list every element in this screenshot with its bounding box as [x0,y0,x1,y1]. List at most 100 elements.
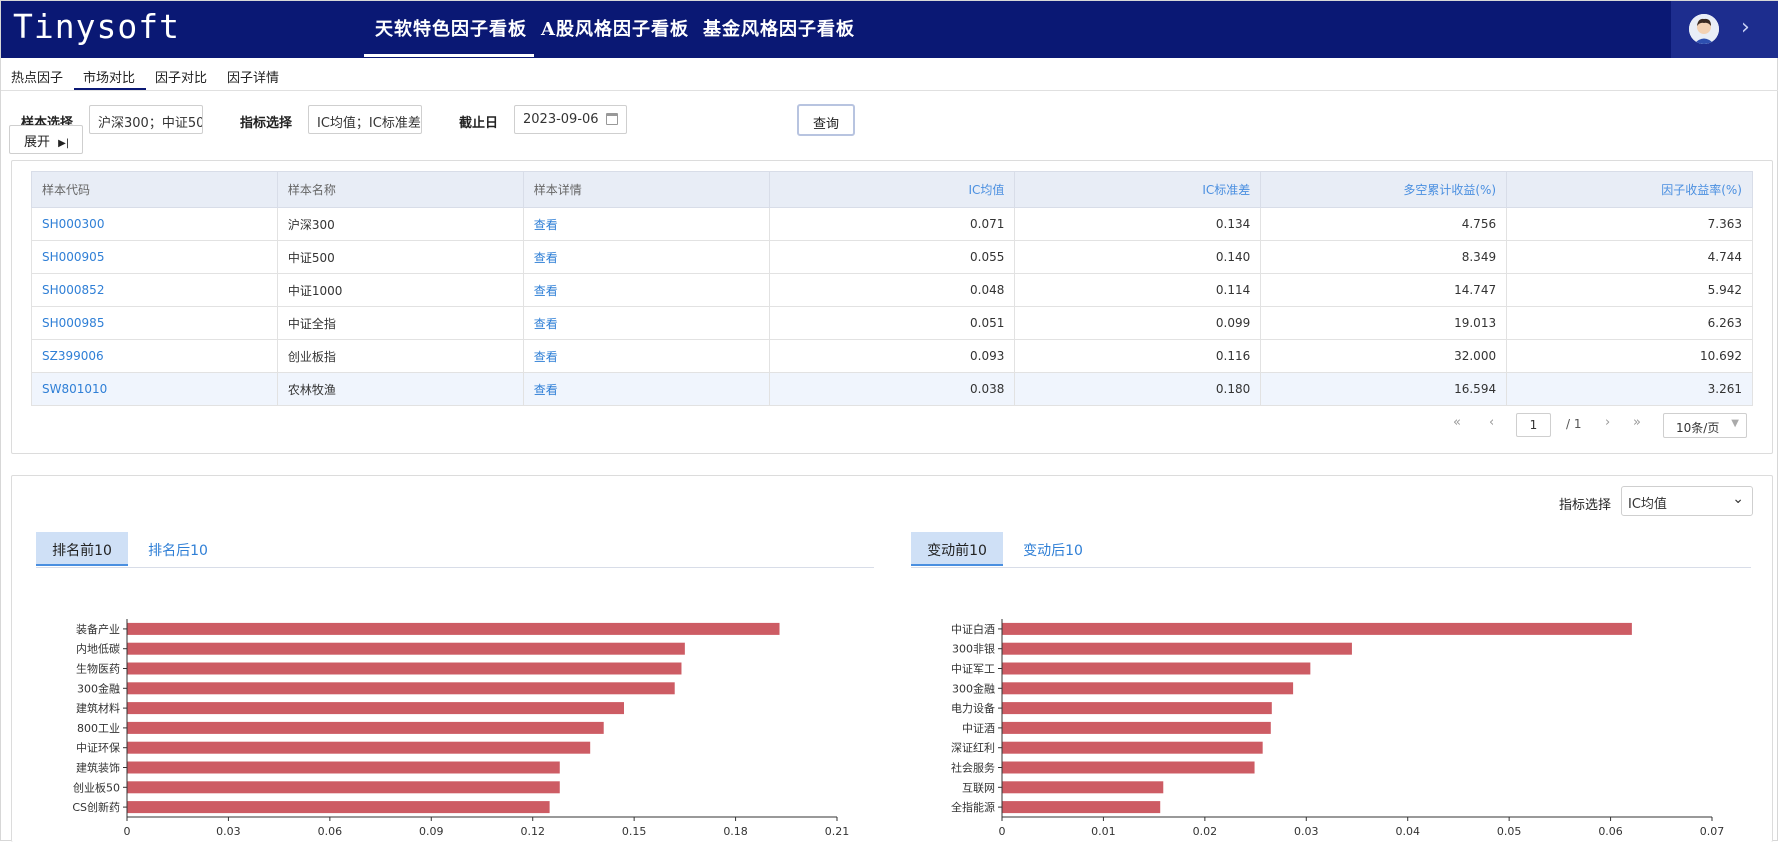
tab-factor-details[interactable]: 因子详情 [227,67,279,86]
first-page-icon[interactable]: « [1453,415,1461,430]
x-tick-label: 0.15 [622,825,647,838]
sample-table: 样本代码 样本名称 样本详情 IC均值 IC标准差 多空累计收益(%) 因子收益… [31,171,1753,406]
page-number-input[interactable]: 1 [1516,413,1551,437]
category-label: 中证军工 [951,663,995,676]
col-ic-std[interactable]: IC标准差 [1014,171,1262,208]
category-label: 创业板50 [73,780,120,794]
table-row: SW801010 农林牧渔 查看 0.038 0.180 16.594 3.26… [31,372,1753,406]
x-tick-label: 0 [124,825,131,838]
chart-indicator-select[interactable]: IC均值 ⌄ [1621,486,1753,516]
bar [1002,662,1311,675]
table-row: SH000852 中证1000 查看 0.048 0.114 14.747 5.… [31,273,1753,307]
factor-return-cell: 6.263 [1506,306,1753,340]
view-detail-link[interactable]: 查看 [522,207,770,241]
category-label: CS创新药 [72,800,120,814]
nav-a-share-style-board[interactable]: A股风格因子看板 [541,15,689,41]
long-short-return-cell: 19.013 [1260,306,1508,340]
sample-code-link[interactable]: SW801010 [31,372,278,406]
category-label: 中证白酒 [951,622,995,636]
chart-indicator-value: IC均值 [1628,497,1667,512]
col-sample-code[interactable]: 样本代码 [31,171,278,208]
x-tick-label: 0.03 [1294,825,1319,838]
category-label: 中证环保 [76,741,120,755]
ic-std-cell: 0.134 [1014,207,1262,241]
last-page-icon[interactable]: » [1633,415,1641,430]
expand-label: 展开 [24,135,51,150]
chevron-right-icon[interactable]: › [1741,15,1750,40]
x-tick-label: 0.06 [318,825,343,838]
top-header: Tinysoft 天软特色因子看板 A股风格因子看板 基金风格因子看板 › [1,1,1778,58]
sample-select-input[interactable]: 沪深300；中证500 [89,105,203,134]
category-label: 内地低碳 [76,642,120,656]
subtab-bar: 热点因子 市场对比 因子对比 因子详情 [1,58,1778,91]
chevron-down-icon: ⌄ [1732,491,1744,507]
bar [127,622,780,635]
view-detail-link[interactable]: 查看 [522,372,770,406]
col-sample-detail[interactable]: 样本详情 [522,171,770,208]
query-button[interactable]: 查询 [797,104,855,136]
sample-code-link[interactable]: SH000852 [31,273,278,307]
table-header-row: 样本代码 样本名称 样本详情 IC均值 IC标准差 多空累计收益(%) 因子收益… [31,171,1753,208]
sample-code-link[interactable]: SH000905 [31,240,278,274]
factor-return-cell: 3.261 [1506,372,1753,406]
long-short-return-cell: 4.756 [1260,207,1508,241]
col-long-short-return[interactable]: 多空累计收益(%) [1260,171,1508,208]
ic-mean-cell: 0.055 [768,240,1016,274]
col-ic-mean[interactable]: IC均值 [768,171,1016,208]
tab-hot-factors[interactable]: 热点因子 [11,67,63,86]
x-tick-label: 0.07 [1700,825,1725,838]
bar [127,662,682,675]
x-tick-label: 0.01 [1091,825,1116,838]
category-label: 建筑材料 [76,701,120,715]
table-row: SH000300 沪深300 查看 0.071 0.134 4.756 7.36… [31,207,1753,241]
category-label: 生物医药 [76,662,120,676]
x-tick-label: 0.12 [520,825,545,838]
sample-code-link[interactable]: SH000985 [31,306,278,340]
view-detail-link[interactable]: 查看 [522,240,770,274]
ic-std-cell: 0.099 [1014,306,1262,340]
view-detail-link[interactable]: 查看 [522,339,770,373]
tab-factor-comparison[interactable]: 因子对比 [155,67,207,86]
expand-arrow-icon: ▶| [58,138,70,149]
col-factor-return[interactable]: 因子收益率(%) [1506,171,1753,208]
ic-mean-cell: 0.051 [768,306,1016,340]
indicator-select-input[interactable]: IC均值；IC标准差 [308,105,422,134]
sample-code-link[interactable]: SH000300 [31,207,278,241]
factor-return-cell: 5.942 [1506,273,1753,307]
user-menu[interactable]: › [1671,1,1778,58]
page-size-select[interactable]: 10条/页 ▼ [1663,413,1747,438]
avatar[interactable] [1689,14,1719,44]
factor-return-cell: 4.744 [1506,240,1753,274]
x-tick-label: 0.06 [1598,825,1623,838]
tab-market-comparison[interactable]: 市场对比 [83,67,135,86]
category-label: 全指能源 [951,800,995,814]
tab-top10[interactable]: 排名前10 [36,532,128,566]
view-detail-link[interactable]: 查看 [522,273,770,307]
x-tick-label: 0.04 [1395,825,1420,838]
ranking-bar-chart: 装备产业内地低碳生物医药 300金融建筑材料 800工业中证环保建筑装饰创业板50 C… [72,619,849,838]
bar [127,702,624,715]
prev-page-icon[interactable]: ‹ [1489,415,1494,430]
bar [1002,642,1352,655]
nav-tiansoft-factor-board[interactable]: 天软特色因子看板 [375,15,527,41]
category-label: 300金融 [952,681,995,695]
sample-code-link[interactable]: SZ399006 [31,339,278,373]
bar [1002,682,1294,695]
tab-bottom10[interactable]: 排名后10 [132,532,224,566]
tab-change-top10[interactable]: 变动前10 [911,532,1003,566]
ic-std-cell: 0.114 [1014,273,1262,307]
change-bar-chart: 中证白酒 300非银中证军工 300金融电力设备中证酒深证红利社会服务互联网全指能源… [951,619,1725,838]
category-label: 300金融 [77,681,120,695]
long-short-return-cell: 8.349 [1260,240,1508,274]
view-detail-link[interactable]: 查看 [522,306,770,340]
sample-name-cell: 创业板指 [276,339,524,373]
next-page-icon[interactable]: › [1605,415,1610,430]
sample-name-cell: 中证1000 [276,273,524,307]
col-sample-name[interactable]: 样本名称 [276,171,524,208]
expand-button[interactable]: 展开 ▶| [9,125,83,154]
bar [127,801,550,814]
tab-change-bottom10[interactable]: 变动后10 [1007,532,1099,566]
category-label: 深证红利 [951,742,995,755]
calendar-icon[interactable] [606,113,618,125]
nav-fund-style-board[interactable]: 基金风格因子看板 [703,15,855,41]
